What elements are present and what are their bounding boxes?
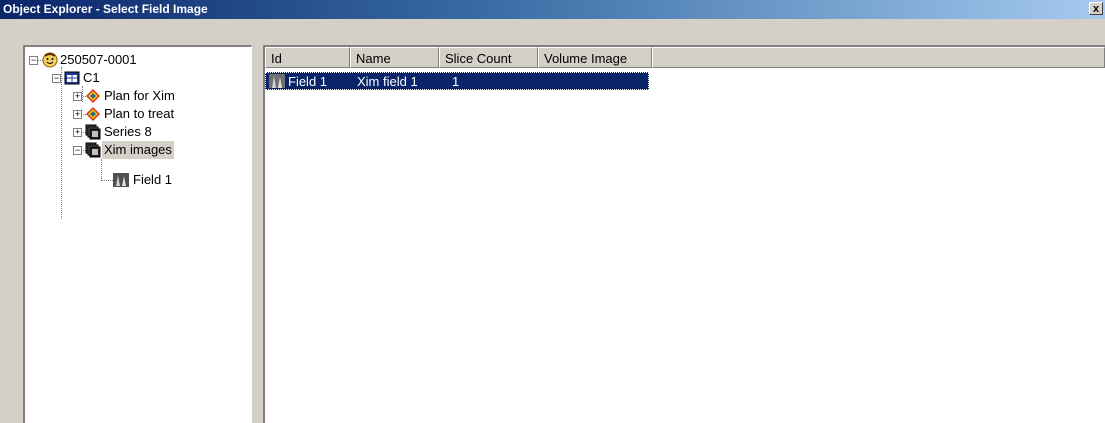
tree-connector bbox=[61, 67, 63, 219]
column-header-name[interactable]: Name bbox=[350, 47, 439, 68]
field-image-icon bbox=[269, 74, 285, 88]
field-list[interactable]: Id Name Slice Count Volume Image Field 1… bbox=[263, 45, 1105, 423]
window-title: Object Explorer - Select Field Image bbox=[3, 2, 208, 16]
expand-toggle[interactable]: + bbox=[73, 110, 82, 119]
tree-item-patient[interactable]: − 250507-0001 bbox=[29, 51, 229, 69]
tree-item-label: Plan to treat bbox=[104, 106, 175, 121]
cell-id: Field 1 bbox=[288, 74, 328, 89]
cell-slice-count: 1 bbox=[452, 74, 460, 89]
tree-item-label: Series 8 bbox=[104, 124, 152, 139]
tree-item-series[interactable]: + Series 8 bbox=[73, 123, 243, 141]
course-icon bbox=[64, 71, 80, 85]
series-icon bbox=[85, 142, 101, 158]
expand-toggle[interactable]: + bbox=[73, 92, 82, 101]
column-header-id[interactable]: Id bbox=[265, 47, 350, 68]
expand-toggle[interactable]: + bbox=[73, 128, 82, 137]
field-image-icon bbox=[113, 173, 129, 187]
collapse-toggle[interactable]: − bbox=[29, 56, 38, 65]
tree-item-label: Plan for Xim bbox=[104, 88, 175, 103]
cell-name: Xim field 1 bbox=[357, 74, 418, 89]
tree-item-label: 250507-0001 bbox=[60, 52, 137, 67]
close-icon: x bbox=[1092, 3, 1100, 15]
pane-splitter[interactable] bbox=[252, 45, 263, 423]
tree-item-label: C1 bbox=[83, 70, 100, 85]
tree-item-label: Xim images bbox=[102, 141, 174, 159]
plan-icon bbox=[86, 107, 100, 121]
tree-item-plan[interactable]: + Plan for Xim bbox=[73, 87, 243, 105]
table-row-selected[interactable]: Field 1 Xim field 1 1 bbox=[265, 72, 649, 90]
tree-item-label: Field 1 bbox=[133, 172, 173, 187]
patient-icon bbox=[42, 52, 58, 68]
tree-connector bbox=[101, 159, 103, 181]
tree-item-series-selected[interactable]: − Xim images bbox=[73, 141, 243, 159]
series-icon bbox=[85, 124, 101, 140]
title-bar: Object Explorer - Select Field Image x bbox=[0, 0, 1105, 19]
tree-item-plan[interactable]: + Plan to treat bbox=[73, 105, 243, 123]
column-header-filler bbox=[652, 47, 1105, 68]
column-header-volume-image[interactable]: Volume Image bbox=[538, 47, 652, 68]
object-tree[interactable]: − 250507-0001 − C1 + Plan for Xim + Plan… bbox=[23, 45, 252, 423]
plan-icon bbox=[86, 89, 100, 103]
tree-connector bbox=[101, 180, 113, 182]
collapse-toggle[interactable]: − bbox=[52, 74, 61, 83]
tree-item-course[interactable]: − C1 bbox=[52, 69, 202, 87]
collapse-toggle[interactable]: − bbox=[73, 146, 82, 155]
list-header: Id Name Slice Count Volume Image bbox=[265, 47, 1105, 68]
tree-item-field-image[interactable]: Field 1 bbox=[113, 171, 233, 189]
column-header-slice-count[interactable]: Slice Count bbox=[439, 47, 538, 68]
close-button[interactable]: x bbox=[1089, 2, 1103, 15]
